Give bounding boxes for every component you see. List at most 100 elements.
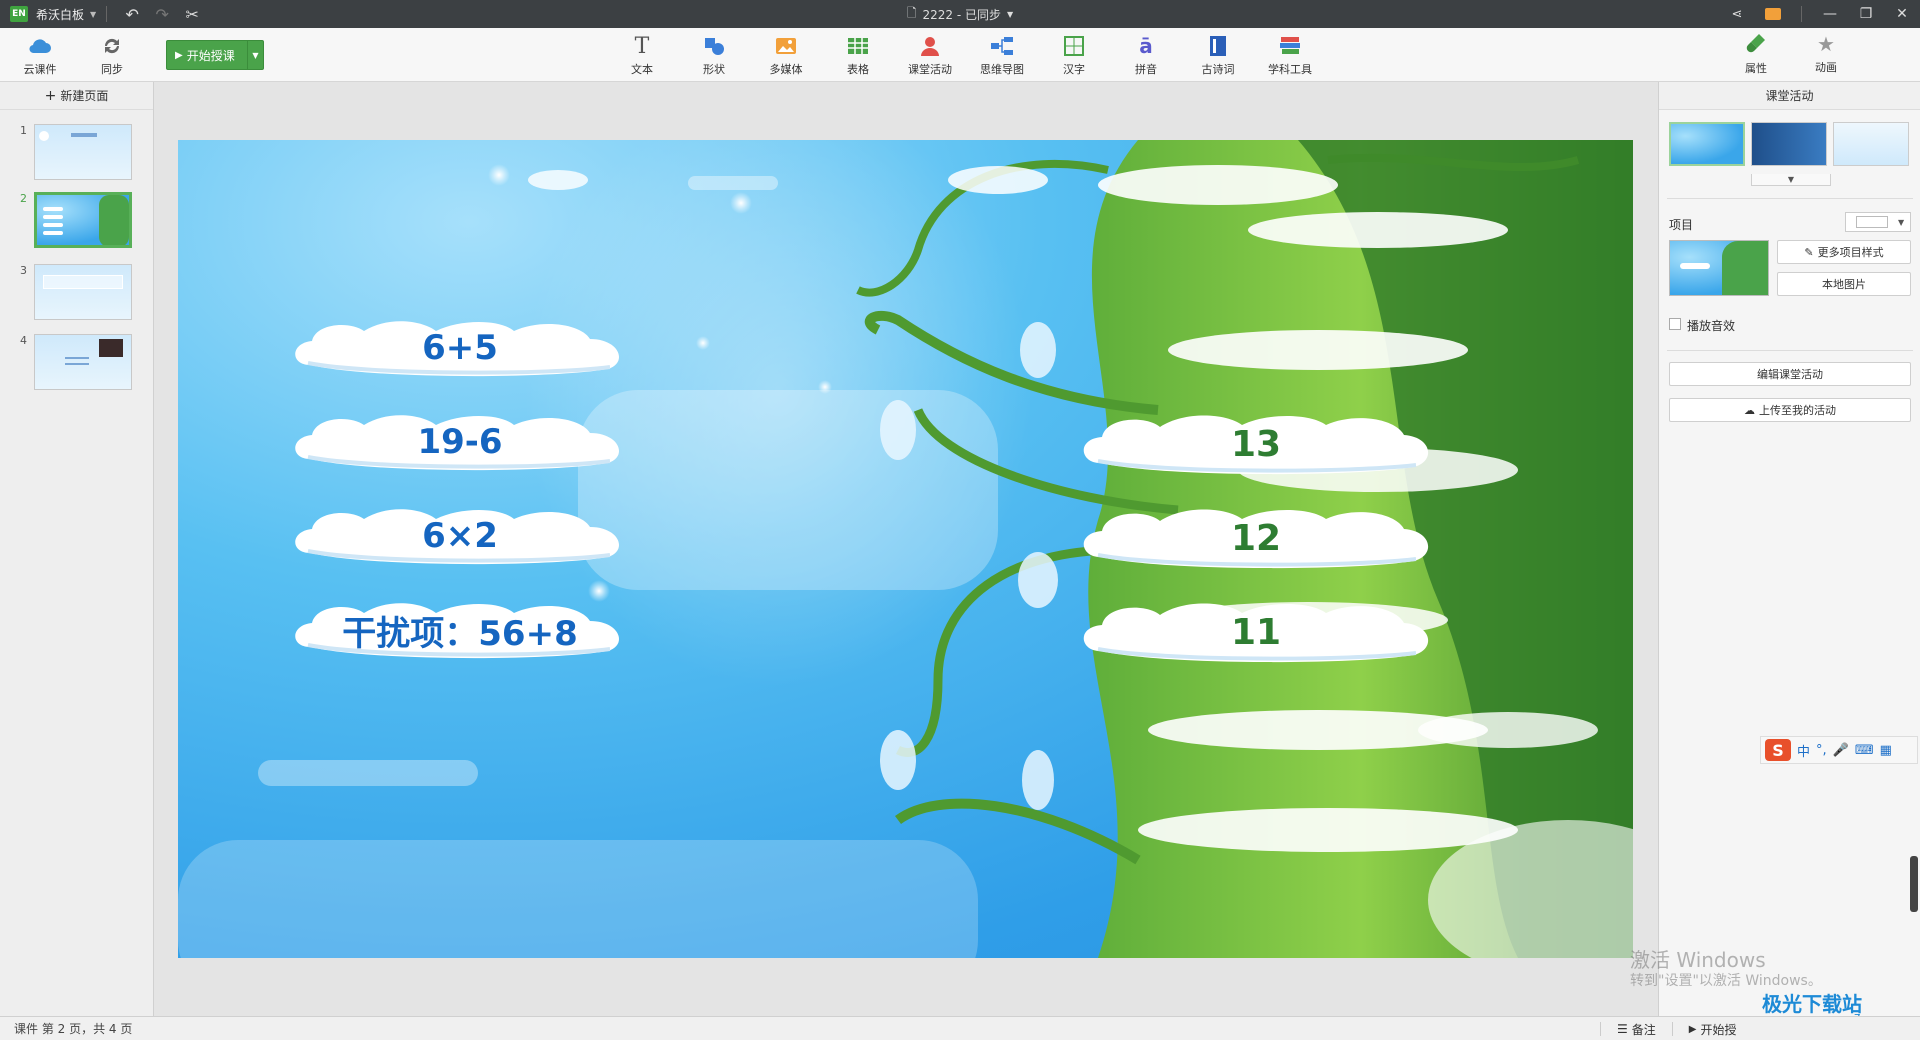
more-styles-button[interactable]: ✎ 更多项目样式 (1777, 240, 1911, 264)
question-card[interactable]: 6+5 (290, 315, 630, 381)
tool-text[interactable]: T 文本 (610, 32, 674, 78)
cloud-icon (28, 34, 52, 58)
slide-canvas[interactable]: 6+5 19-6 6×2 干扰项：56+8 13 12 11 (178, 140, 1633, 958)
divider (106, 6, 108, 22)
edit-activity-button[interactable]: 编辑课堂活动 (1669, 362, 1911, 386)
message-icon[interactable] (1755, 0, 1791, 28)
tool-shape[interactable]: 形状 (682, 32, 746, 78)
status-bar: 课件 第 2 页，共 4 页 ☰ 备注 ▶ 开始授 (0, 1016, 1920, 1040)
answer-text: 11 (1230, 611, 1282, 653)
document-title-text: 2222 - 已同步 (922, 7, 1002, 22)
page-list-panel: + 新建页面 1 2 3 4 (0, 82, 154, 1016)
tool-media[interactable]: 多媒体 (754, 32, 818, 78)
side-scroll-handle[interactable] (1910, 856, 1918, 912)
sogou-ime-icon[interactable]: S (1765, 739, 1791, 761)
brush-icon (1745, 32, 1767, 57)
grid-icon[interactable]: ▦ (1880, 743, 1892, 758)
undo-icon[interactable]: ↶ (117, 0, 147, 28)
punctuation-icon[interactable]: °, (1816, 743, 1827, 758)
books-icon (1278, 34, 1302, 58)
book-icon (1206, 34, 1230, 58)
redo-icon[interactable]: ↷ (147, 0, 177, 28)
share-icon[interactable]: ⋖ (1719, 0, 1755, 28)
main-toolbar: 云课件 同步 ▶ 开始授课 ▼ T 文本 形状 多媒体 表格 课堂活动 思维导图… (0, 28, 1920, 82)
chevron-down-icon: ▼ (1898, 217, 1905, 227)
activation-watermark-text: 转到"设置"以激活 Windows。 (1630, 973, 1822, 989)
question-text: 干扰项：56+8 (342, 613, 578, 654)
activation-watermark-title: 激活 Windows (1630, 948, 1766, 972)
play-icon: ▶ (175, 49, 183, 61)
close-icon[interactable]: ✕ (1884, 0, 1920, 28)
tool-subject-tools[interactable]: 学科工具 (1258, 32, 1322, 78)
template-option-light[interactable] (1833, 122, 1909, 166)
ime-toolbar: S 中 °, 🎤 ⌨ ▦ (1760, 736, 1918, 764)
expand-templates-button[interactable]: ▼ (1751, 174, 1831, 186)
new-page-button[interactable]: + 新建页面 (0, 82, 153, 110)
document-title[interactable]: 🗋 2222 - 已同步 ▼ (907, 0, 1013, 28)
character-grid-icon (1062, 34, 1086, 58)
distractor-card[interactable]: 干扰项：56+8 (290, 597, 630, 663)
tool-poetry[interactable]: 古诗词 (1186, 32, 1250, 78)
app-logo: EN (10, 6, 28, 22)
thumbnail-image (34, 192, 132, 248)
properties-tab[interactable]: 属性 (1726, 32, 1786, 78)
thumbnail-image (34, 334, 132, 390)
page-thumbnail[interactable]: 3 (0, 264, 154, 326)
scissors-icon[interactable]: ✂ (177, 0, 207, 28)
template-strip (1669, 122, 1911, 170)
page-info: 课件 第 2 页，共 4 页 (14, 1022, 133, 1036)
answer-card[interactable]: 12 (1076, 503, 1436, 573)
shape-icon (702, 34, 726, 58)
pinyin-icon: ā (1139, 34, 1153, 58)
divider (1667, 350, 1913, 351)
tool-mindmap[interactable]: 思维导图 (970, 32, 1034, 78)
answer-card[interactable]: 13 (1076, 409, 1436, 479)
sync-button[interactable]: 同步 (80, 32, 144, 78)
question-card[interactable]: 6×2 (290, 503, 630, 569)
document-icon: 🗋 (906, 5, 917, 20)
page-thumbnail[interactable]: 4 (0, 334, 154, 396)
window-controls: ⋖ — ❐ ✕ (1719, 0, 1920, 28)
template-option-dark[interactable] (1751, 122, 1827, 166)
cloud-courseware-button[interactable]: 云课件 (8, 32, 72, 78)
pencil-icon: ✎ (1804, 245, 1814, 259)
item-label: 项目 (1669, 218, 1694, 232)
divider (1600, 1022, 1601, 1036)
sync-icon (100, 34, 124, 58)
upload-activity-button[interactable]: ☁ 上传至我的活动 (1669, 398, 1911, 422)
ime-mode[interactable]: 中 (1797, 741, 1810, 760)
tool-pinyin[interactable]: ā 拼音 (1114, 32, 1178, 78)
item-style-preview[interactable] (1669, 240, 1769, 296)
app-name[interactable]: 希沃白板 (36, 6, 84, 23)
question-card[interactable]: 19-6 (290, 409, 630, 475)
template-option-beanstalk[interactable] (1669, 122, 1745, 166)
restore-icon[interactable]: ❐ (1848, 0, 1884, 28)
tool-class-activity[interactable]: 课堂活动 (898, 32, 962, 78)
title-bar: EN 希沃白板 ▼ ↶ ↷ ✂ 🗋 2222 - 已同步 ▼ ⋖ — ❐ ✕ (0, 0, 1920, 28)
divider (1801, 6, 1802, 22)
divider (1671, 1022, 1673, 1036)
sound-label: 播放音效 (1687, 319, 1736, 333)
tool-table[interactable]: 表格 (826, 32, 890, 78)
keyboard-icon[interactable]: ⌨ (1855, 743, 1874, 758)
start-options-dropdown[interactable]: ▼ (247, 41, 263, 69)
sound-checkbox[interactable] (1669, 318, 1681, 330)
animation-tab[interactable]: ★ 动画 (1796, 32, 1856, 78)
cloud-upload-icon: ☁ (1744, 403, 1755, 417)
item-color-picker[interactable]: ▼ (1845, 212, 1911, 232)
play-icon: ▶ (1688, 1023, 1697, 1035)
answer-card[interactable]: 11 (1076, 597, 1436, 667)
page-thumbnail-active[interactable]: 2 (0, 192, 154, 254)
start-teaching-button[interactable]: ▶ 开始授课 ▼ (166, 40, 264, 70)
status-start-button[interactable]: ▶ 开始授 (1689, 1021, 1737, 1038)
microphone-icon[interactable]: 🎤 (1833, 743, 1849, 758)
question-text: 6+5 (422, 328, 498, 368)
local-image-button[interactable]: 本地图片 (1777, 272, 1911, 296)
tool-chinese-char[interactable]: 汉字 (1042, 32, 1106, 78)
page-thumbnail[interactable]: 1 (0, 124, 154, 186)
minimize-icon[interactable]: — (1812, 0, 1848, 28)
notes-button[interactable]: ☰ 备注 (1617, 1021, 1656, 1038)
table-icon (846, 34, 870, 58)
question-text: 19-6 (417, 422, 503, 462)
chevron-down-icon[interactable]: ▼ (90, 10, 96, 19)
